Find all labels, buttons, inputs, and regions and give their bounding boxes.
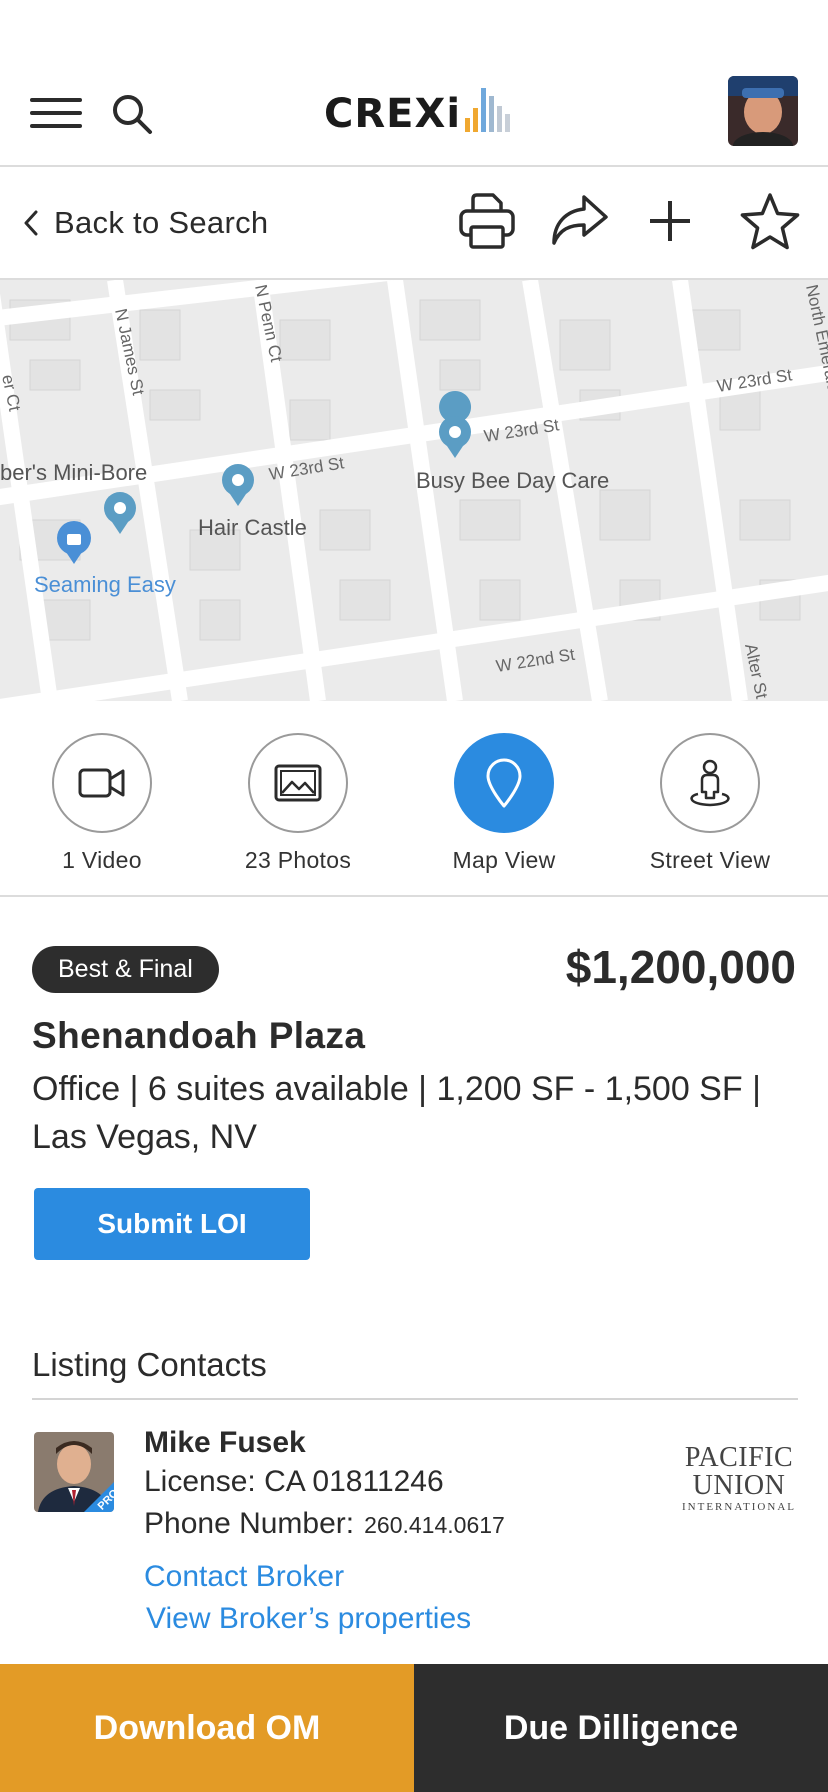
listing-toolbar: Back to Search [0, 167, 828, 280]
photos-label: 23 Photos [244, 847, 352, 873]
property-map[interactable]: N James St N Penn Ct W 23rd St W 23rd St… [0, 280, 828, 701]
back-to-search-label: Back to Search [54, 205, 269, 240]
map-view-button[interactable]: Map View [424, 733, 584, 874]
photos-button[interactable]: 23 Photos [218, 733, 378, 874]
share-icon[interactable] [548, 189, 612, 253]
star-icon[interactable] [738, 189, 802, 253]
street-view-icon [690, 759, 730, 807]
hamburger-icon[interactable] [30, 98, 82, 128]
listing-price: $1,200,000 [565, 941, 796, 993]
place-label: ber's Mini-Bore [0, 460, 147, 485]
place-label: Busy Bee Day Care [416, 468, 609, 493]
phone-label: Phone Number: [144, 1507, 355, 1540]
place-label: Seaming Easy [34, 572, 176, 597]
back-to-search-link[interactable]: Back to Search [24, 203, 268, 243]
photo-icon [274, 764, 322, 802]
broker-phone: Phone Number: 260.414.0617 [144, 1507, 505, 1541]
place-label: Hair Castle [198, 515, 307, 540]
app-header: CREXi [0, 0, 828, 167]
map-pin-icon [486, 758, 522, 808]
status-badge: Best & Final [32, 946, 219, 993]
download-om-button[interactable]: Download OM [0, 1664, 414, 1792]
street-view-label: Street View [649, 847, 771, 873]
bottom-action-bar: Download OM Due Dilligence [0, 1664, 828, 1792]
plus-icon[interactable] [638, 189, 702, 253]
broker-avatar[interactable]: PRO [34, 1432, 114, 1512]
listing-contacts-heading: Listing Contacts [32, 1346, 267, 1383]
broker-license: License: CA 01811246 [144, 1465, 444, 1498]
listing-details: Office | 6 suites available | 1,200 SF -… [32, 1070, 761, 1156]
street-view-button[interactable]: Street View [630, 733, 790, 874]
submit-loi-button[interactable]: Submit LOI [34, 1188, 310, 1260]
broker-name: Mike Fusek [144, 1426, 306, 1459]
printer-icon[interactable] [455, 189, 519, 253]
video-camera-icon [78, 768, 125, 798]
user-avatar[interactable] [728, 76, 798, 146]
listing-title: Shenandoah Plaza [32, 1015, 366, 1056]
video-button[interactable]: 1 Video [22, 733, 182, 874]
contact-broker-link[interactable]: Contact Broker [144, 1560, 344, 1594]
map-view-label: Map View [452, 847, 556, 873]
due-diligence-button[interactable]: Due Dilligence [414, 1664, 828, 1792]
search-icon[interactable] [110, 92, 154, 136]
view-broker-properties-link[interactable]: View Broker’s properties [146, 1602, 471, 1636]
logo-bars-icon [465, 84, 513, 140]
pacific-union-logo: PACIFIC UNION INTERNATIONAL [682, 1442, 796, 1513]
media-options: 1 Video 23 Photos Map View Street View [0, 701, 828, 897]
crexi-logo[interactable]: CREXi [324, 80, 513, 140]
video-label: 1 Video [62, 847, 142, 873]
phone-number[interactable]: 260.414.0617 [364, 1512, 505, 1538]
chevron-left-icon [24, 210, 38, 236]
logo-text: CREXi [324, 91, 462, 137]
divider [32, 1398, 798, 1400]
